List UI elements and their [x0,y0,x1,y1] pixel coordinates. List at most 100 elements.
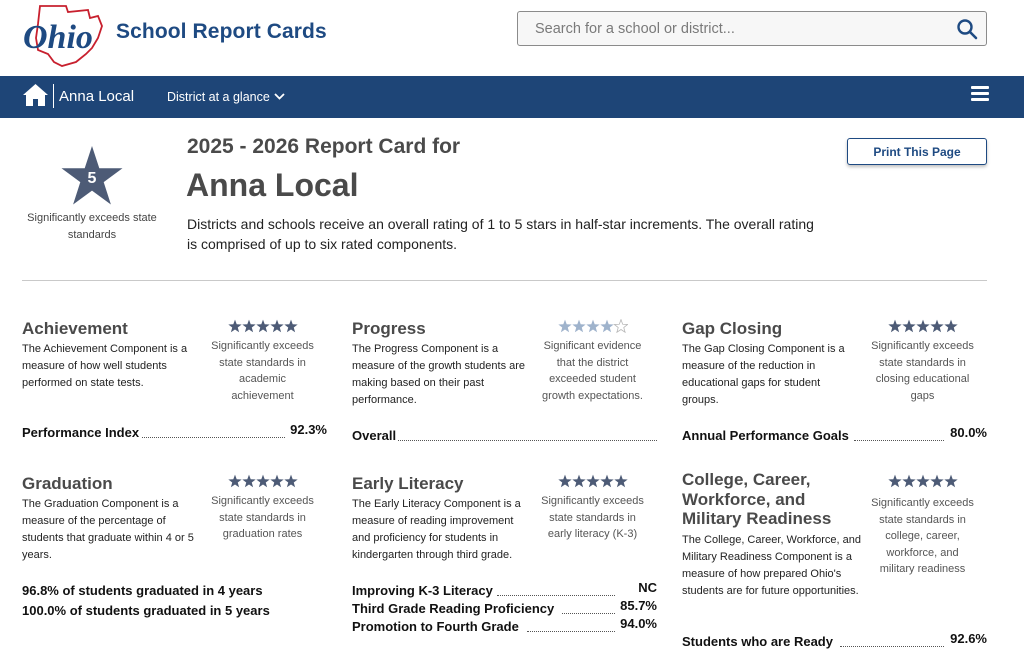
component-description: The Early Literacy Component is a measur… [352,498,521,561]
search-input[interactable] [518,12,938,45]
metric-value: 94.0% [620,616,657,631]
metric-overall[interactable]: Overall [352,428,657,446]
component-rating-text: Significantly exceeds state standards in… [541,495,644,540]
star-icon [586,319,600,333]
district-at-a-glance-dropdown[interactable]: District at a glance [167,90,285,104]
star-icon [902,319,916,333]
star-icon [930,474,944,488]
metric-improving-k3-literacy[interactable]: Improving K-3 Literacy NC [352,580,657,601]
component-rating-text: Significantly exceeds state standards in… [211,495,314,540]
component-rating-text: Significant evidence that the district e… [542,340,643,402]
star-icon [600,319,614,333]
glance-label: District at a glance [167,90,270,104]
district-nav-bar: Anna Local District at a glance [0,76,1024,118]
ohio-logo[interactable]: Ohio [22,4,110,68]
menu-icon[interactable] [971,86,989,102]
metric-label: Students who are Ready [682,634,834,649]
search-icon[interactable] [956,18,978,40]
star-rating-icon [888,474,958,488]
search-box [517,11,987,46]
star-rating-icon [228,319,298,333]
early-literacy-card[interactable]: Early Literacy The Early Literacy Compon… [352,474,657,634]
graduation-5-year-rate[interactable]: 100.0% of students graduated in 5 years [22,603,270,618]
intro-text: Districts and schools receive an overall… [187,216,814,252]
star-icon [600,474,614,488]
star-icon [256,474,270,488]
metric-performance-index[interactable]: Performance Index 92.3% [22,422,327,443]
star-icon [558,474,572,488]
metric-promotion-fourth-grade[interactable]: Promotion to Fourth Grade 94.0% [352,616,657,637]
component-title: Gap Closing [682,319,783,338]
brand-name[interactable]: School Report Cards [116,20,327,44]
star-icon [902,474,916,488]
district-title: Anna Local [186,167,359,203]
star-icon [270,319,284,333]
metric-label: Annual Performance Goals [682,428,850,443]
star-icon [256,319,270,333]
star-rating-icon [558,474,628,488]
star-icon [944,474,958,488]
metric-value: NC [638,580,657,595]
star-icon [572,474,586,488]
star-icon [228,319,242,333]
metric-label: Performance Index [22,425,141,440]
nav-district-name[interactable]: Anna Local [59,88,134,105]
graduation-card[interactable]: Graduation The Graduation Component is a… [22,474,327,624]
component-title: Early Literacy [352,474,464,493]
section-divider [22,280,987,281]
star-icon [613,319,628,333]
star-icon [888,474,902,488]
star-icon [930,319,944,333]
metric-label: Overall [352,428,398,443]
chevron-down-icon [274,93,285,100]
component-title: Achievement [22,319,128,338]
star-icon [916,474,930,488]
component-description: The Progress Component is a measure of t… [352,343,526,406]
star-icon [558,319,572,333]
home-icon[interactable] [22,83,49,107]
overall-rating-description: Significantly exceeds state standards [27,212,157,241]
metric-annual-performance-goals[interactable]: Annual Performance Goals 80.0% [682,425,987,446]
report-year-title: 2025 - 2026 Report Card for [187,135,461,158]
star-icon [572,319,586,333]
metric-label: Third Grade Reading Proficiency [352,601,556,616]
star-icon [242,474,256,488]
metric-value: 92.3% [290,422,327,437]
star-icon [242,319,256,333]
print-page-button[interactable]: Print This Page [847,138,987,165]
star-icon [284,319,298,333]
gap-closing-card[interactable]: Gap Closing The Gap Closing Component is… [682,319,987,444]
metric-third-grade-reading[interactable]: Third Grade Reading Proficiency 85.7% [352,598,657,619]
component-description: The Achievement Component is a measure o… [22,343,188,389]
component-title: College, Career, Workforce, and Military… [682,470,832,528]
progress-card[interactable]: Progress The Progress Component is a mea… [352,319,657,444]
metric-value: 92.6% [950,631,987,646]
metric-value: 80.0% [950,425,987,440]
component-rating-text: Significantly exceeds state standards in… [211,340,314,402]
achievement-card[interactable]: Achievement The Achievement Component is… [22,319,327,444]
site-header: Ohio School Report Cards [0,0,1024,76]
component-title: Progress [352,319,426,338]
nav-divider [53,84,54,108]
star-icon [888,319,902,333]
component-description: The College, Career, Workforce, and Mili… [682,534,861,597]
star-icon [270,474,284,488]
ccwmr-card[interactable]: College, Career, Workforce, and Military… [682,470,987,660]
graduation-4-year-rate[interactable]: 96.8% of students graduated in 4 years [22,583,263,598]
star-icon [586,474,600,488]
component-description: The Gap Closing Component is a measure o… [682,343,845,406]
logo-text: Ohio [23,19,93,56]
component-description: The Graduation Component is a measure of… [22,498,194,561]
component-title: Graduation [22,474,113,493]
component-rating-text: Significantly exceeds state standards in… [871,340,974,402]
star-icon [916,319,930,333]
metric-label: Promotion to Fourth Grade [352,619,520,634]
overall-star-count: 5 [87,170,97,187]
star-rating-icon [558,319,628,333]
star-icon [944,319,958,333]
metric-students-ready[interactable]: Students who are Ready 92.6% [682,631,987,652]
metric-label: Improving K-3 Literacy [352,583,494,598]
star-icon [614,474,628,488]
component-rating-text: Significantly exceeds state standards in… [871,497,974,575]
metric-value: 85.7% [620,598,657,613]
